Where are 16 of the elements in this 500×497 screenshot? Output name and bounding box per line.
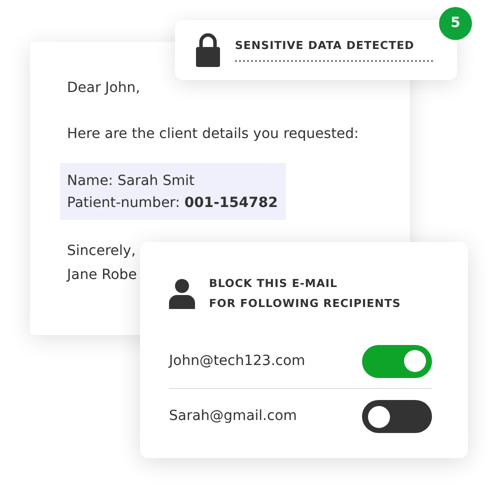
recipient-email: Sarah@gmail.com (169, 407, 297, 426)
alert-title: SENSITIVE DATA DETECTED (235, 38, 416, 54)
panel-title: BLOCK THIS E-MAIL (209, 276, 338, 292)
person-icon (169, 279, 195, 309)
closing-text: Jane Robe (67, 266, 137, 285)
toggle-switch[interactable] (362, 344, 432, 378)
count-badge: 5 (439, 7, 472, 40)
recipient-email: John@tech123.com (169, 352, 306, 370)
detail-text: Name: Sarah Smit (67, 172, 196, 190)
toggle-switch[interactable] (362, 400, 432, 433)
detail-text: Patient-number: 001-154782 (67, 194, 279, 212)
closing-text: Sincerely, (67, 242, 136, 261)
greeting-text: Dear John, (67, 79, 142, 98)
intro-text: Here are the client details you requested: (67, 125, 360, 144)
panel-title: FOR FOLLOWING RECIPIENTS (209, 296, 401, 312)
lock-icon (195, 33, 221, 67)
